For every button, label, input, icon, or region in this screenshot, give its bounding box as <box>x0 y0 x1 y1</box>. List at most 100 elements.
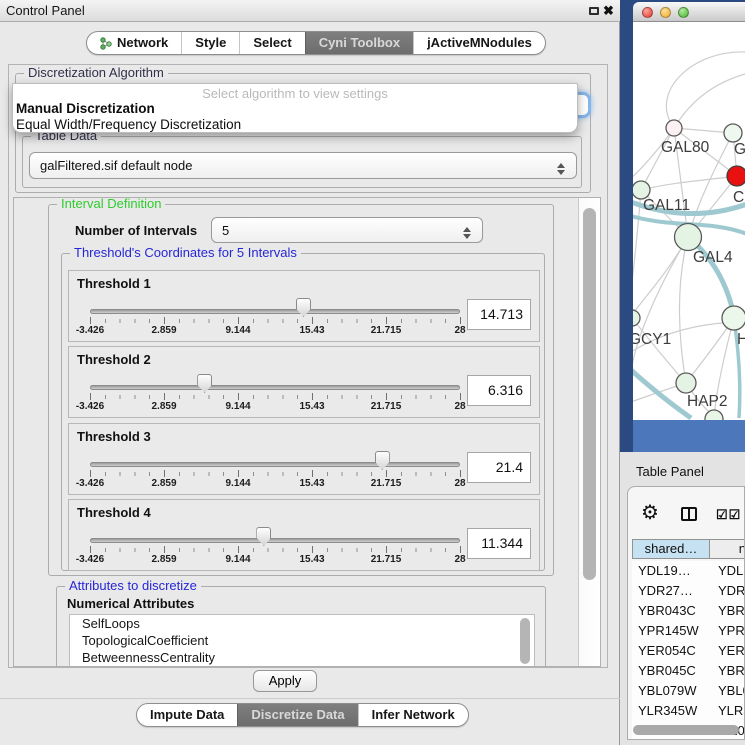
column-header-name[interactable]: name <box>709 539 745 559</box>
threshold-4-slider-track[interactable] <box>90 538 460 543</box>
list-item[interactable]: SelfLoops <box>70 615 534 632</box>
close-icon[interactable]: ✖ <box>603 0 614 22</box>
node-gal80[interactable] <box>666 120 682 136</box>
tab-select[interactable]: Select <box>239 32 304 54</box>
number-of-intervals-combobox[interactable]: 5 <box>211 217 483 243</box>
table-row[interactable]: YBL079WYBL0 <box>632 681 745 701</box>
tick-label: 15.43 <box>299 478 324 489</box>
table-panel: Table Panel ⚙ ☑☑ shared… name YDL19…YDL1… <box>620 452 745 745</box>
node-hap2[interactable] <box>676 373 696 393</box>
table-row[interactable]: YLR345WYLR3 <box>632 701 745 721</box>
tab-infer-network[interactable]: Infer Network <box>358 704 468 726</box>
control-panel-titlebar: Control Panel ✖ <box>0 0 620 22</box>
tab-discretize-data[interactable]: Discretize Data <box>237 704 357 726</box>
cell: YDL1 <box>718 561 745 581</box>
gear-icon[interactable]: ⚙ <box>641 503 659 523</box>
network-nodes[interactable] <box>633 120 745 420</box>
node-label-c: C <box>733 189 744 206</box>
tick-label: 21.715 <box>371 478 402 489</box>
threshold-4-slider-thumb[interactable] <box>256 527 271 546</box>
cell: YDR2 <box>718 581 745 601</box>
close-traffic-light[interactable] <box>642 7 653 18</box>
threshold-3-slider-thumb[interactable] <box>375 451 390 470</box>
tab-style[interactable]: Style <box>181 32 239 54</box>
cell: YDL19… <box>638 561 691 581</box>
panel-title: Control Panel <box>6 0 85 22</box>
table-row[interactable]: YDR27…YDR2 <box>632 581 745 601</box>
threshold-4-value-field[interactable]: 11.344 <box>467 528 531 559</box>
thresholds-group: Threshold's Coordinates for 5 Intervals … <box>61 253 545 571</box>
major-ticks <box>90 546 461 553</box>
table-data-combobox[interactable]: galFiltered.sif default node <box>29 152 577 179</box>
threshold-3-slider-track[interactable] <box>90 462 460 467</box>
network-icon <box>100 37 112 50</box>
numerical-attributes-list: SelfLoops TopologicalCoefficient Between… <box>69 614 535 667</box>
tab-infer-network-label: Infer Network <box>372 704 455 726</box>
node-gcy1[interactable] <box>633 310 640 326</box>
table-row[interactable]: YBR043CYBR0 <box>632 601 745 621</box>
divider <box>0 698 620 699</box>
list-item[interactable]: BetweennessCentrality <box>70 649 534 666</box>
tick-label: -3.426 <box>76 554 104 565</box>
list-item[interactable]: TopologicalCoefficient <box>70 632 534 649</box>
tick-label: 2.859 <box>151 325 176 336</box>
cell: YBR0 <box>718 661 745 681</box>
node-red-selected[interactable] <box>727 166 745 186</box>
tick-label: 15.43 <box>299 325 324 336</box>
settings-scrollbar-track[interactable] <box>578 198 600 666</box>
table-row[interactable]: YPR145WYPR1 <box>632 621 745 641</box>
attributes-group: Attributes to discretize Numerical Attri… <box>56 586 546 667</box>
minimize-traffic-light[interactable] <box>660 7 671 18</box>
threshold-2-value-field[interactable]: 6.316 <box>467 375 531 406</box>
settings-scrollbar-thumb[interactable] <box>583 208 596 580</box>
tick-label: 21.715 <box>371 325 402 336</box>
table-row[interactable]: YBR045C YBR0 <box>632 661 745 681</box>
thresholds-group-label: Threshold's Coordinates for 5 Intervals <box>70 245 301 260</box>
table-row[interactable]: YER054CYER0 <box>632 641 745 661</box>
tick-label: 9.144 <box>225 401 250 412</box>
tab-impute-data[interactable]: Impute Data <box>137 704 237 726</box>
threshold-2-slider-track[interactable] <box>90 385 460 390</box>
horizontal-scrollbar-thumb[interactable] <box>633 725 739 735</box>
tick-label: 28 <box>454 401 465 412</box>
cell: YER054C <box>638 641 696 661</box>
menu-item-equal-width-frequency[interactable]: Equal Width/Frequency Discretization <box>13 117 577 133</box>
tab-discretize-data-label: Discretize Data <box>251 704 344 726</box>
column-header-shared-name[interactable]: shared… <box>632 539 710 559</box>
zoom-traffic-light[interactable] <box>678 7 689 18</box>
node-h[interactable] <box>722 306 745 330</box>
spinner-arrows-icon <box>463 223 473 243</box>
node-label-gal11: GAL11 <box>643 197 690 214</box>
threshold-1-panel: Threshold 1 -3.426 2.859 9.144 15.43 21.… <box>68 270 540 342</box>
tick-label: 28 <box>454 325 465 336</box>
split-table-icon[interactable] <box>681 507 697 521</box>
tick-label: 9.144 <box>225 478 250 489</box>
threshold-1-slider-thumb[interactable] <box>296 298 311 317</box>
tick-label: -3.426 <box>76 325 104 336</box>
apply-button[interactable]: Apply <box>253 670 317 692</box>
threshold-1-slider-track[interactable] <box>90 309 460 314</box>
table-row[interactable]: YDL19… YDL1 <box>632 561 745 581</box>
cell: YLR345W <box>638 701 697 721</box>
node-label-gcy1: GCY1 <box>633 331 671 348</box>
node-label-gal80: GAL80 <box>661 139 710 156</box>
tab-network[interactable]: Network <box>87 32 181 54</box>
menu-item-manual-discretization[interactable]: Manual Discretization <box>13 101 577 117</box>
threshold-2-slider-thumb[interactable] <box>197 374 212 393</box>
checkbox-icons[interactable]: ☑☑ <box>716 507 741 523</box>
tab-jactivemnodules[interactable]: jActiveMNodules <box>413 32 545 54</box>
network-window-titlebar <box>633 2 745 22</box>
float-window-icon[interactable] <box>589 7 599 15</box>
threshold-3-value-field[interactable]: 21.4 <box>467 452 531 483</box>
tick-label: 2.859 <box>151 401 176 412</box>
cell: YBR045C <box>638 661 696 681</box>
node-label-hap2: HAP2 <box>687 393 728 410</box>
node-partial[interactable] <box>705 410 723 420</box>
network-canvas[interactable]: GAL80 G. GAL11 GAL4 GCY1 H HAP2 C <box>633 22 745 420</box>
settings-scroll-panel: Interval Definition Number of Intervals … <box>13 197 601 667</box>
tab-cyni-toolbox[interactable]: Cyni Toolbox <box>305 32 413 54</box>
threshold-1-value-field[interactable]: 14.713 <box>467 299 531 330</box>
node-gal4[interactable] <box>675 224 702 251</box>
node-g[interactable] <box>724 124 742 142</box>
list-scrollbar-thumb[interactable] <box>520 618 530 664</box>
